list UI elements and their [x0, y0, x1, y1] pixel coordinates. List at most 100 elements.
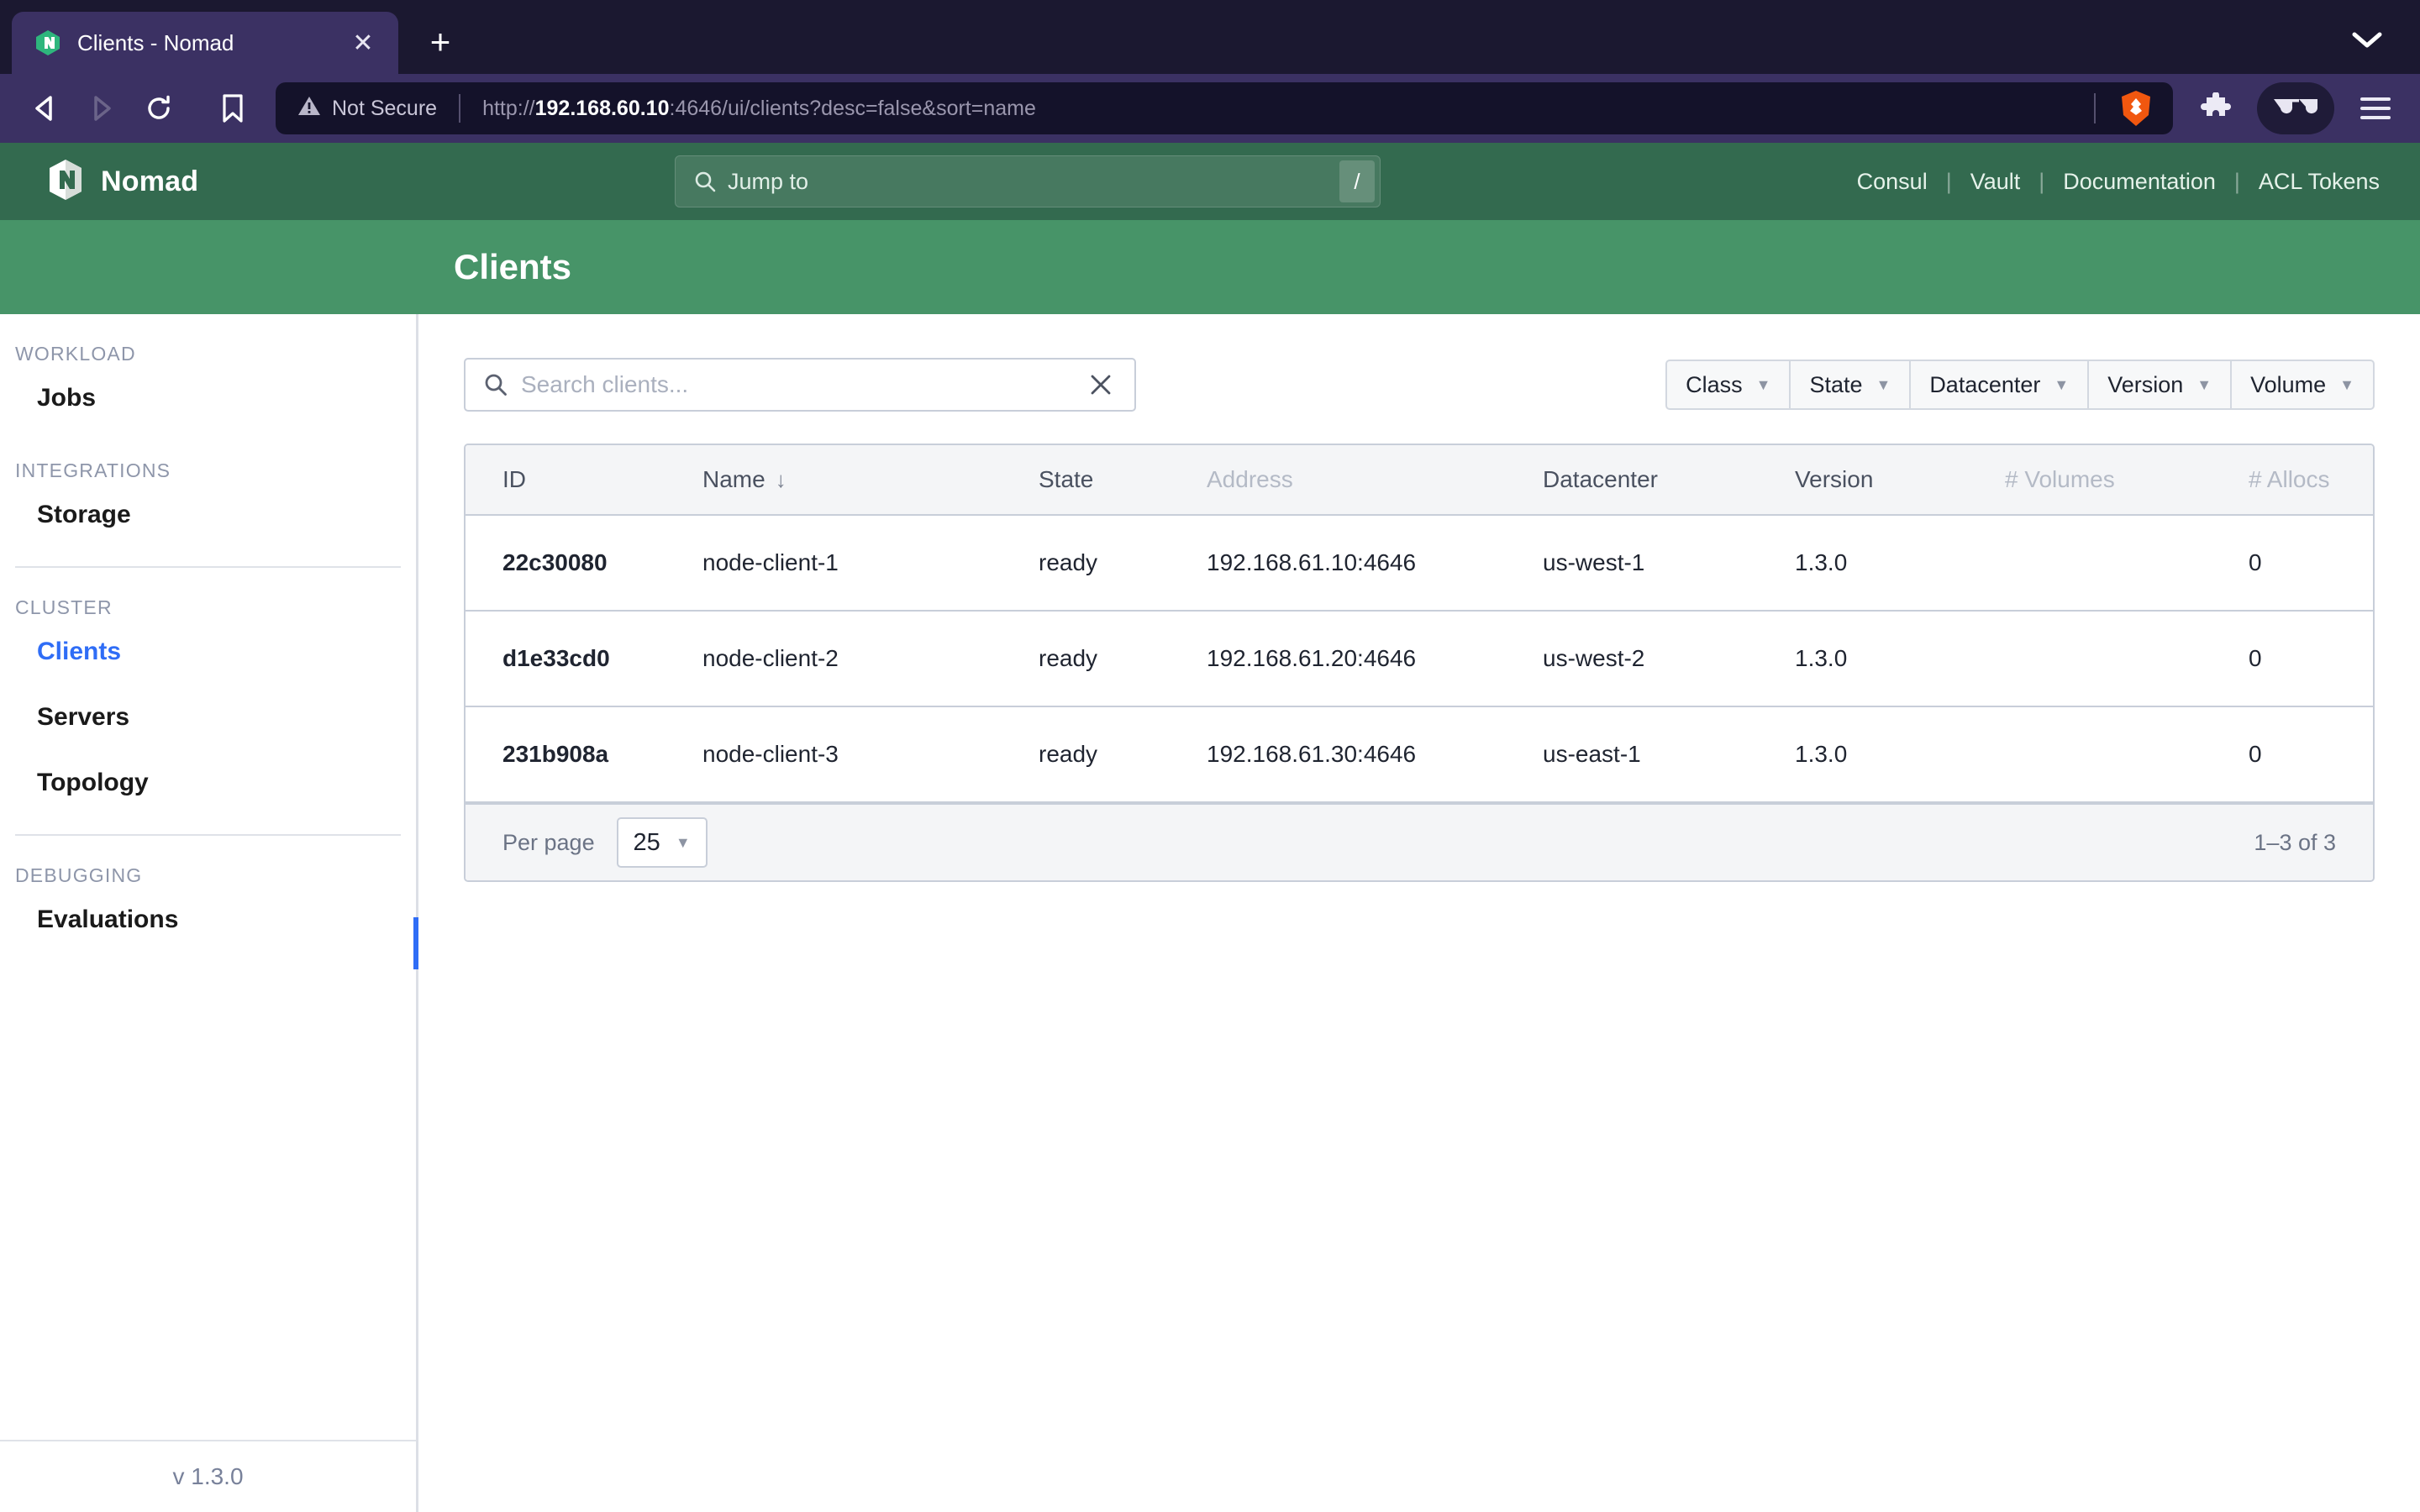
sidebar-item-storage[interactable]: Storage — [0, 482, 416, 548]
filter-datacenter[interactable]: Datacenter ▼ — [1910, 360, 2088, 410]
nav-divider: | — [2234, 169, 2240, 195]
forward-arrow-icon — [76, 82, 128, 134]
url-rest: :4646/ui/clients?desc=false&sort=name — [670, 97, 1036, 120]
chevron-down-icon: ▼ — [676, 835, 691, 850]
cell-version: 1.3.0 — [1785, 645, 1995, 672]
security-label: Not Secure — [332, 97, 437, 121]
filter-volume-label: Volume — [2250, 372, 2326, 398]
warning-triangle-icon — [297, 95, 321, 123]
close-icon[interactable] — [1082, 366, 1119, 403]
table-header-row: ID Name ↓ State Address Datacenter Versi… — [466, 445, 2373, 516]
nav-link-acl-tokens[interactable]: ACL Tokens — [2259, 169, 2380, 195]
tab-strip: Clients - Nomad ✕ + — [0, 0, 2420, 74]
column-header-state[interactable]: State — [1028, 466, 1197, 493]
security-status[interactable]: Not Secure — [297, 95, 437, 123]
cell-id[interactable]: 22c30080 — [466, 549, 692, 576]
app-body: WORKLOAD Jobs INTEGRATIONS Storage CLUST… — [0, 314, 2420, 1512]
bookmark-icon[interactable] — [207, 82, 259, 134]
cell-state: ready — [1028, 645, 1197, 672]
sidebar-section-integrations-label: INTEGRATIONS — [0, 431, 416, 482]
table-toolbar: Search clients... Class ▼ State ▼ — [464, 358, 2375, 412]
cell-allocs: 0 — [2238, 645, 2373, 672]
table-row[interactable]: d1e33cd0 node-client-2 ready 192.168.61.… — [466, 612, 2373, 707]
back-arrow-icon[interactable] — [18, 82, 71, 134]
omnibox-actions — [2094, 87, 2165, 130]
filter-version[interactable]: Version ▼ — [2088, 360, 2231, 410]
brand[interactable]: Nomad — [49, 159, 198, 205]
column-header-id[interactable]: ID — [466, 466, 692, 493]
address-bar[interactable]: Not Secure http://192.168.60.10:4646/ui/… — [276, 82, 2173, 134]
search-icon — [484, 373, 508, 396]
brave-lion-icon[interactable] — [2114, 87, 2158, 130]
cell-name: node-client-1 — [692, 549, 1028, 576]
chevron-down-icon[interactable] — [2338, 13, 2396, 67]
sunglasses-icon — [2272, 96, 2319, 122]
sidebar-section-cluster-label: CLUSTER — [0, 568, 416, 619]
nav-link-documentation[interactable]: Documentation — [2063, 169, 2216, 195]
private-window-button[interactable] — [2257, 82, 2334, 134]
column-header-version[interactable]: Version — [1785, 466, 1995, 493]
main-content: Search clients... Class ▼ State ▼ — [418, 314, 2420, 1512]
puzzle-piece-icon[interactable] — [2190, 82, 2242, 134]
sidebar: WORKLOAD Jobs INTEGRATIONS Storage CLUST… — [0, 314, 418, 1512]
nomad-favicon-icon — [34, 29, 62, 57]
cell-allocs: 0 — [2238, 549, 2373, 576]
new-tab-button[interactable]: + — [413, 15, 467, 69]
chevron-down-icon: ▼ — [1876, 377, 1891, 392]
tab-title: Clients - Nomad — [77, 30, 331, 56]
sidebar-item-clients[interactable]: Clients — [0, 619, 416, 685]
sidebar-nav: WORKLOAD Jobs INTEGRATIONS Storage CLUST… — [0, 314, 416, 1440]
per-page-label: Per page — [502, 830, 595, 856]
column-header-name[interactable]: Name ↓ — [692, 466, 1028, 493]
nav-divider: | — [1946, 169, 1952, 195]
filter-version-label: Version — [2107, 372, 2183, 398]
url-text: http://192.168.60.10:4646/ui/clients?des… — [482, 97, 2094, 121]
jump-to-shortcut-badge: / — [1339, 160, 1375, 202]
cell-id[interactable]: 231b908a — [466, 741, 692, 768]
cell-address: 192.168.61.20:4646 — [1197, 645, 1533, 672]
table-row[interactable]: 22c30080 node-client-1 ready 192.168.61.… — [466, 516, 2373, 612]
sidebar-section-debugging-label: DEBUGGING — [0, 836, 416, 887]
browser-tab[interactable]: Clients - Nomad ✕ — [12, 12, 398, 74]
search-input[interactable]: Search clients... — [521, 371, 1082, 398]
sidebar-active-indicator — [413, 917, 418, 969]
hamburger-menu-icon[interactable] — [2349, 82, 2402, 134]
sidebar-item-servers[interactable]: Servers — [0, 685, 416, 750]
page-subheader: Clients — [0, 220, 2420, 314]
sidebar-version: v 1.3.0 — [0, 1440, 416, 1512]
sidebar-item-topology[interactable]: Topology — [0, 750, 416, 816]
cell-id[interactable]: d1e33cd0 — [466, 645, 692, 672]
column-header-volumes: # Volumes — [1995, 466, 2238, 493]
chevron-down-icon: ▼ — [2054, 377, 2069, 392]
global-nav: Nomad Jump to / Consul | Vault | Documen… — [0, 143, 2420, 220]
cell-state: ready — [1028, 549, 1197, 576]
chevron-down-icon: ▼ — [2339, 377, 2354, 392]
chevron-down-icon: ▼ — [1756, 377, 1771, 392]
reload-icon[interactable] — [133, 82, 185, 134]
nav-link-consul[interactable]: Consul — [1857, 169, 1928, 195]
page-title: Clients — [454, 247, 571, 287]
cell-version: 1.3.0 — [1785, 549, 1995, 576]
cell-name: node-client-3 — [692, 741, 1028, 768]
nav-link-vault[interactable]: Vault — [1970, 169, 2021, 195]
sidebar-item-jobs[interactable]: Jobs — [0, 365, 416, 431]
search-clients-box[interactable]: Search clients... — [464, 358, 1136, 412]
close-icon[interactable]: ✕ — [346, 26, 380, 60]
filter-class[interactable]: Class ▼ — [1665, 360, 1790, 410]
pagination-range: 1–3 of 3 — [2254, 830, 2336, 856]
url-scheme: http:// — [482, 97, 535, 120]
sidebar-item-evaluations[interactable]: Evaluations — [0, 887, 416, 953]
sort-descending-icon: ↓ — [776, 469, 786, 491]
global-nav-links: Consul | Vault | Documentation | ACL Tok… — [1857, 169, 2380, 195]
nomad-app: Nomad Jump to / Consul | Vault | Documen… — [0, 143, 2420, 1512]
filter-state[interactable]: State ▼ — [1790, 360, 1910, 410]
table-row[interactable]: 231b908a node-client-3 ready 192.168.61.… — [466, 707, 2373, 803]
jump-to-input[interactable]: Jump to / — [675, 155, 1381, 207]
per-page-select[interactable]: 25 ▼ — [617, 817, 708, 868]
cell-version: 1.3.0 — [1785, 741, 1995, 768]
cell-datacenter: us-west-1 — [1533, 549, 1785, 576]
jump-to-placeholder: Jump to — [728, 169, 1339, 195]
filter-volume[interactable]: Volume ▼ — [2231, 360, 2375, 410]
column-header-datacenter[interactable]: Datacenter — [1533, 466, 1785, 493]
omnibox-separator — [459, 94, 460, 123]
